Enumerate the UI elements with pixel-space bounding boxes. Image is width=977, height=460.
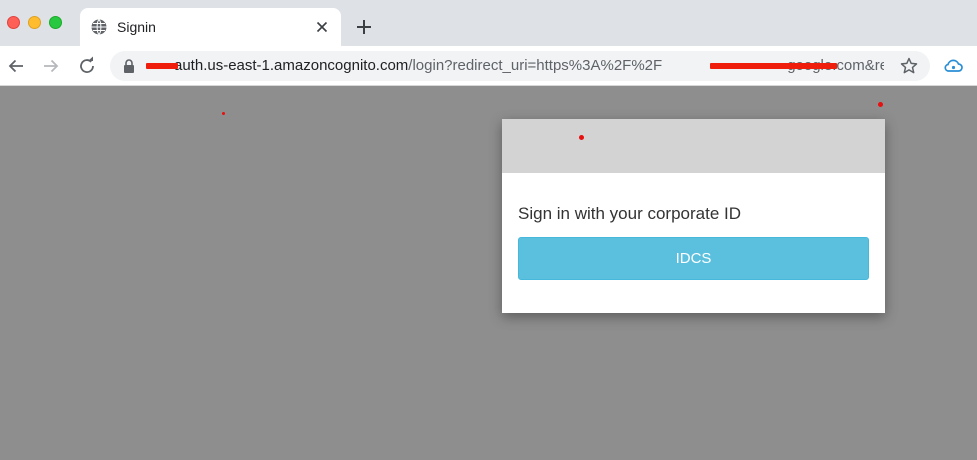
arrow-right-icon[interactable] <box>41 56 61 76</box>
signin-modal: Sign in with your corporate ID IDCS <box>502 119 885 313</box>
idcs-signin-button[interactable]: IDCS <box>518 237 869 280</box>
star-icon[interactable] <box>900 57 918 75</box>
close-icon[interactable] <box>313 18 331 36</box>
signin-label: Sign in with your corporate ID <box>518 204 741 223</box>
reload-icon[interactable] <box>77 56 97 76</box>
cloud-icon[interactable] <box>943 57 963 75</box>
browser-tab-strip: Signin <box>0 0 977 46</box>
url-path: /login?redirect_uri=https%3A%2F%2F <box>408 57 663 74</box>
red-dot <box>579 135 584 140</box>
browser-tab[interactable]: Signin <box>80 8 341 46</box>
page-content: Sign in with your corporate ID IDCS <box>0 87 977 460</box>
red-dot <box>878 102 883 107</box>
browser-toolbar: auth.us-east-1.amazoncognito.com/login?r… <box>0 46 977 86</box>
globe-icon <box>91 19 107 35</box>
window-minimize-button[interactable] <box>28 16 41 29</box>
redaction-mark <box>146 63 178 69</box>
window-zoom-button[interactable] <box>49 16 62 29</box>
tab-title: Signin <box>117 19 156 35</box>
redaction-mark <box>710 63 837 69</box>
address-bar[interactable]: auth.us-east-1.amazoncognito.com/login?r… <box>110 51 930 81</box>
modal-header <box>502 119 885 173</box>
arrow-left-icon[interactable] <box>6 56 26 76</box>
plus-icon[interactable] <box>355 18 373 36</box>
url-host: auth.us-east-1.amazoncognito.com <box>174 57 409 74</box>
window-close-button[interactable] <box>7 16 20 29</box>
lock-icon <box>124 59 134 73</box>
red-dot <box>222 112 225 115</box>
